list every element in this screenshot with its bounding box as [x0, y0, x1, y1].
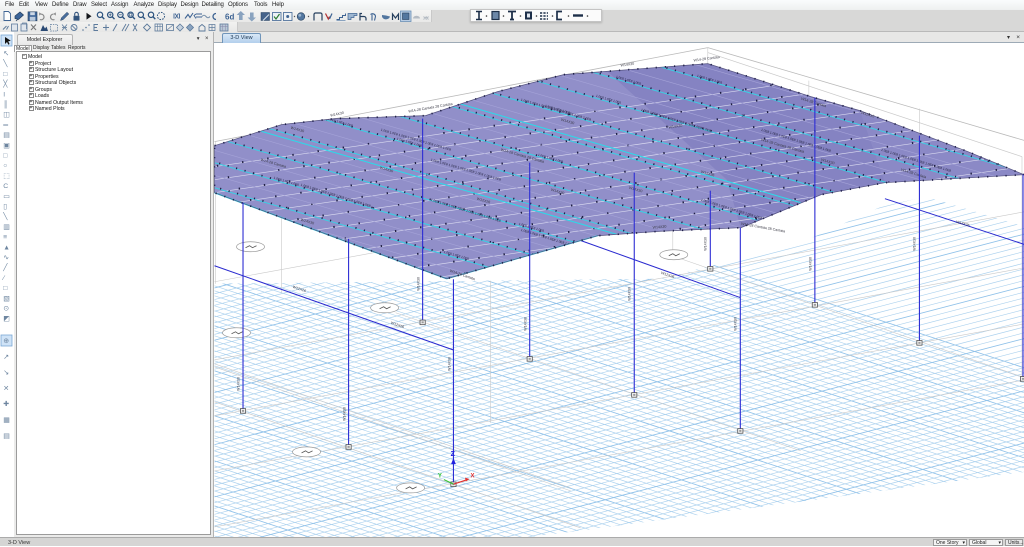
svg-text:╱: ╱: [2, 263, 8, 272]
svg-text:▲: ▲: [3, 244, 10, 251]
svg-text:↘: ↘: [3, 370, 9, 377]
svg-text:6d: 6d: [225, 12, 234, 21]
svg-text:W14X30: W14X30: [342, 407, 346, 421]
svg-text:⬚: ⬚: [3, 173, 9, 180]
svg-text:1.0E8 1.0E8 1.0E8 1.0E8 1.0E8: 1.0E8 1.0E8 1.0E8 1.0E8 1.0E8 1.0E8 1.0E…: [300, 247, 371, 273]
svg-text:║: ║: [3, 100, 8, 110]
svg-text:▥: ▥: [3, 224, 9, 231]
svg-text:▤: ▤: [3, 433, 9, 440]
svg-text:⊙: ⊙: [3, 306, 9, 313]
svg-text:✕: ✕: [3, 385, 9, 392]
svg-text:C: C: [3, 183, 8, 190]
svg-text:1.0E8 1.0E8 1.0E8: 1.0E8 1.0E8 1.0E8: [303, 59, 329, 70]
svg-text:▯: ▯: [3, 204, 7, 211]
svg-text:1.0E8 1.0E8 1.0E8: 1.0E8 1.0E8 1.0E8: [289, 55, 315, 66]
svg-text:○: ○: [3, 163, 7, 170]
svg-text:╲: ╲: [2, 59, 8, 68]
svg-text:W14X30: W14X30: [627, 286, 631, 300]
svg-text:╳: ╳: [2, 79, 8, 88]
svg-text:□: □: [3, 71, 7, 78]
svg-text:╲: ╲: [2, 212, 8, 221]
svg-text:W14X30: W14X30: [808, 256, 812, 270]
svg-text:W14X30: W14X30: [912, 236, 916, 250]
svg-text:W14X30: W14X30: [523, 316, 527, 330]
svg-text:Y: Y: [437, 473, 441, 479]
svg-text:▣: ▣: [3, 142, 9, 149]
svg-text:□: □: [3, 285, 7, 292]
svg-text:W14-28 Cantata 28 Cantata: W14-28 Cantata 28 Cantata: [740, 221, 785, 233]
svg-text:═: ═: [2, 122, 8, 129]
svg-text:W14X30: W14X30: [733, 316, 737, 330]
svg-text:◩: ◩: [3, 316, 9, 323]
svg-text:▭: ▭: [3, 193, 9, 200]
svg-text:∕: ∕: [1, 275, 6, 282]
svg-text:W14X30: W14X30: [416, 276, 420, 290]
svg-text:W14X30: W14X30: [620, 61, 634, 67]
svg-text:⊕: ⊕: [3, 338, 9, 345]
svg-text:X: X: [470, 473, 474, 479]
svg-text:□: □: [3, 153, 7, 160]
svg-text:W12X26: W12X26: [955, 219, 969, 227]
svg-text:I: I: [3, 91, 5, 98]
svg-text:1.0E8 1.0E8 1.0E8: 1.0E8 1.0E8 1.0E8: [496, 43, 522, 52]
svg-text:W14-28 Cantata: W14-28 Cantata: [693, 54, 719, 62]
svg-text:W14X30: W14X30: [447, 357, 451, 371]
svg-text:Z: Z: [450, 451, 455, 458]
svg-text:↗: ↗: [3, 354, 9, 361]
svg-text:▧: ▧: [3, 295, 9, 302]
svg-text:W14X30: W14X30: [329, 110, 343, 117]
svg-text:▦: ▦: [3, 417, 9, 424]
svg-text:◫: ◫: [3, 112, 9, 119]
svg-text:▤: ▤: [3, 132, 9, 139]
svg-text:∿: ∿: [3, 255, 9, 262]
svg-text:↖: ↖: [3, 51, 9, 58]
svg-text:≡: ≡: [3, 234, 7, 241]
svg-text:W14X30: W14X30: [703, 236, 707, 250]
svg-text:W12Xx2: W12Xx2: [960, 179, 974, 187]
svg-text:✚: ✚: [3, 400, 9, 408]
svg-text:W14X30: W14X30: [236, 377, 240, 391]
